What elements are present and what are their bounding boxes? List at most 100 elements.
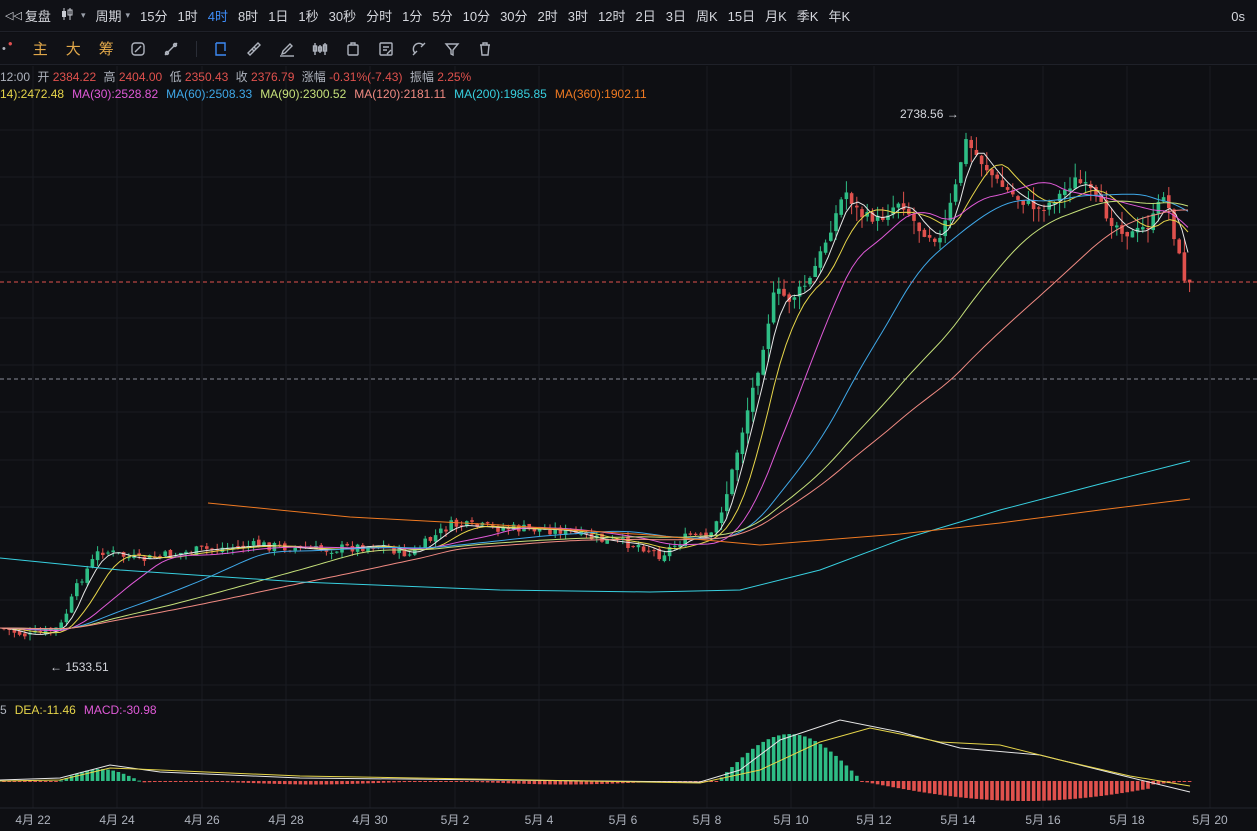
line-tool-icon[interactable]	[162, 40, 180, 58]
macd-bar	[1031, 781, 1036, 801]
candle-body	[485, 522, 490, 524]
chart-type-button[interactable]: ▾	[56, 0, 91, 32]
macd-bar	[106, 769, 110, 781]
candle-body	[345, 543, 349, 546]
candlestick-chart[interactable]	[0, 0, 1257, 831]
trash-icon[interactable]	[476, 40, 494, 58]
pen-icon[interactable]	[278, 40, 296, 58]
macd-bar	[579, 781, 583, 785]
macd-bar	[236, 781, 240, 783]
interval-tab[interactable]: 2时	[533, 0, 563, 32]
interval-tab[interactable]: 10分	[458, 0, 495, 32]
candle-body	[985, 164, 989, 171]
x-axis-tick-label: 5月 14	[940, 813, 976, 827]
indicator-toolbar: • ● 主 大 筹	[0, 33, 1257, 65]
macd-bar	[439, 781, 443, 782]
indicator-icon[interactable]	[311, 40, 329, 58]
candle-body	[75, 583, 79, 597]
x-axis-tick-label: 4月 24	[99, 813, 135, 827]
change-value: -0.31%(-7.43)	[329, 70, 403, 84]
interval-tab[interactable]: 15分	[135, 0, 172, 32]
macd-bar	[454, 781, 459, 782]
interval-tab[interactable]: 1分	[397, 0, 427, 32]
ruler-icon[interactable]	[245, 40, 263, 58]
macd-bar	[54, 781, 58, 782]
macd-bar	[995, 781, 999, 801]
macd-bar	[251, 781, 256, 784]
magnet-icon[interactable]	[410, 40, 428, 58]
macd-bar	[927, 781, 932, 794]
candle-body	[199, 545, 204, 547]
interval-tab[interactable]: 季K	[792, 0, 824, 32]
interval-tab[interactable]: 3日	[661, 0, 691, 32]
macd-bar	[1135, 781, 1140, 791]
candle-body	[839, 199, 843, 215]
ma-legend: 14):2472.48 MA(30):2528.82 MA(60):2508.33 M…	[0, 87, 655, 101]
macd-bar	[376, 781, 381, 783]
macd-bar	[402, 781, 407, 783]
macd-bar	[907, 781, 911, 790]
candle-body	[423, 538, 427, 549]
toolbar-divider	[195, 40, 197, 57]
interval-tab[interactable]: 15日	[723, 0, 760, 32]
macd-bar	[121, 773, 126, 781]
macd-bar	[194, 781, 199, 782]
low-price-annotation: ← 1533.51	[50, 660, 109, 674]
filter-icon[interactable]	[443, 40, 461, 58]
candle-body	[912, 214, 916, 221]
interval-tab[interactable]: 分时	[361, 0, 397, 32]
candle-body	[953, 184, 958, 202]
drawing-settings-icon[interactable]	[129, 40, 147, 58]
macd-bar	[891, 781, 895, 788]
macd-bar	[933, 781, 937, 795]
note-icon[interactable]	[377, 40, 395, 58]
interval-tab[interactable]: 月K	[760, 0, 792, 32]
period-dropdown[interactable]: 周期 ▾	[90, 0, 135, 32]
interval-tab[interactable]: 1秒	[293, 0, 323, 32]
candle-body	[766, 323, 771, 349]
macd-bar	[1172, 781, 1176, 783]
amplitude-value: 2.25%	[437, 70, 472, 84]
macd-bar	[241, 781, 245, 783]
chip-distribution-button[interactable]: 筹	[99, 38, 114, 59]
ma-value: MA(200):1985.85	[454, 87, 547, 101]
interval-tab[interactable]: 1日	[263, 0, 293, 32]
macd-bar	[1187, 781, 1192, 782]
interval-tab[interactable]: 30秒	[324, 0, 361, 32]
large-order-button[interactable]: 大	[66, 38, 81, 59]
interval-tab[interactable]: 30分	[495, 0, 532, 32]
macd-bar	[849, 770, 854, 781]
macd-bar	[246, 781, 251, 783]
macd-bar	[158, 781, 162, 782]
candle-body	[917, 222, 921, 232]
interval-tab[interactable]: 1时	[172, 0, 202, 32]
macd-bar	[532, 781, 537, 785]
chevron-down-icon: ▾	[125, 10, 131, 20]
macd-bar	[350, 781, 355, 784]
interval-tab[interactable]: 4时	[203, 0, 233, 32]
candle-body	[745, 410, 750, 434]
interval-tab[interactable]: 12时	[593, 0, 630, 32]
macd-bar	[1016, 781, 1020, 801]
main-indicator-button[interactable]: 主	[33, 38, 48, 59]
interval-tab[interactable]: 3时	[563, 0, 593, 32]
x-axis-tick-label: 4月 30	[352, 813, 388, 827]
macd-bar	[881, 781, 885, 786]
interval-tab[interactable]: 8时	[233, 0, 263, 32]
interval-tab[interactable]: 年K	[823, 0, 855, 32]
x-axis-tick-label: 5月 18	[1109, 813, 1145, 827]
ma-value: MA(120):2181.11	[354, 87, 447, 101]
candle-body	[428, 536, 433, 541]
interval-tab[interactable]: 2日	[630, 0, 660, 32]
macd-bar	[428, 781, 433, 782]
drawing-tool-icon[interactable]	[212, 40, 230, 58]
copy-icon[interactable]	[344, 40, 362, 58]
more-dots-icon[interactable]: •	[2, 43, 6, 55]
candle-body	[1083, 182, 1088, 184]
macd-bar	[142, 781, 147, 783]
interval-tab[interactable]: 周K	[691, 0, 723, 32]
interval-tab[interactable]: 5分	[427, 0, 457, 32]
candle-body	[673, 545, 677, 547]
replay-button[interactable]: ◁◁ 复盘	[0, 0, 56, 32]
candle-body	[1130, 231, 1135, 238]
